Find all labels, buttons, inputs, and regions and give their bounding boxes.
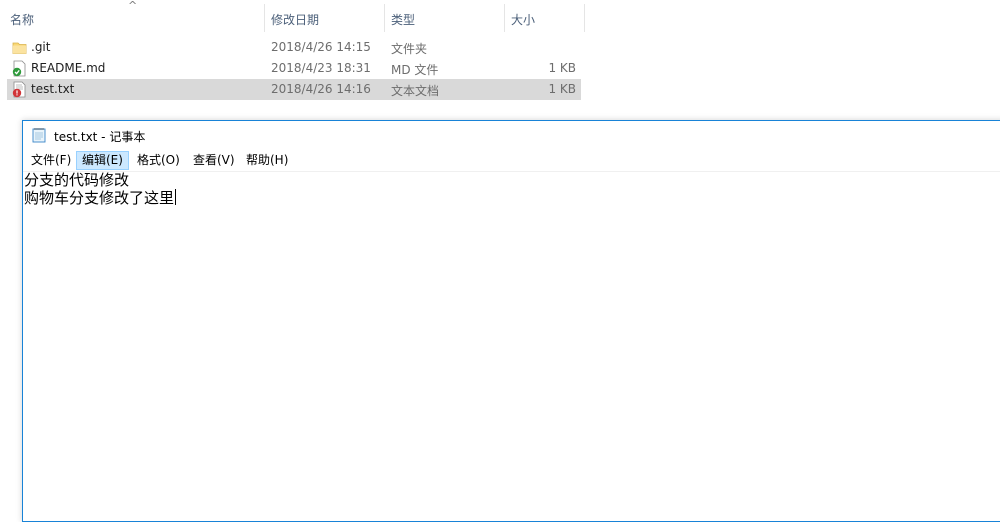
column-divider[interactable]: [584, 4, 585, 32]
column-divider[interactable]: [264, 4, 265, 32]
file-type: 文本文档: [391, 84, 440, 98]
menu-bar: 文件(F) 编辑(E) 格式(O) 查看(V) 帮助(H): [23, 151, 1000, 172]
column-divider[interactable]: [384, 4, 385, 32]
file-size: 1 KB: [548, 61, 576, 75]
window-title: test.txt - 记事本: [54, 130, 146, 144]
column-header-name[interactable]: 名称: [10, 11, 34, 28]
menu-help[interactable]: 帮助(H): [241, 152, 293, 169]
file-size: 1 KB: [548, 82, 576, 96]
column-header-row: ^ 名称 修改日期 类型 大小: [0, 0, 1000, 36]
file-date: 2018/4/23 18:31: [271, 61, 371, 75]
text-line: 购物车分支修改了这里: [24, 189, 177, 207]
menu-file[interactable]: 文件(F): [26, 152, 76, 169]
md-file-check-icon: [12, 60, 26, 77]
column-header-date[interactable]: 修改日期: [271, 11, 319, 28]
chevron-up-icon: ^: [128, 0, 138, 12]
file-name: test.txt: [31, 82, 75, 96]
notepad-icon: [32, 128, 46, 143]
file-date: 2018/4/26 14:16: [271, 82, 371, 96]
menu-view[interactable]: 查看(V): [188, 152, 240, 169]
menu-edit[interactable]: 编辑(E): [76, 151, 129, 170]
notepad-window: test.txt - 记事本 文件(F) 编辑(E) 格式(O) 查看(V) 帮…: [22, 120, 1000, 522]
folder-icon: [12, 42, 27, 54]
file-name: README.md: [31, 61, 106, 75]
text-caret: [175, 189, 177, 205]
title-bar[interactable]: test.txt - 记事本: [23, 121, 1000, 151]
file-date: 2018/4/26 14:15: [271, 40, 371, 54]
menu-format[interactable]: 格式(O): [132, 152, 185, 169]
file-type: 文件夹: [391, 42, 428, 56]
column-divider[interactable]: [504, 4, 505, 32]
txt-file-conflict-icon: [12, 81, 26, 98]
file-name: .git: [31, 40, 51, 54]
file-row-git[interactable]: .git 2018/4/26 14:15 文件夹: [7, 37, 581, 58]
text-editor-area[interactable]: 分支的代码修改 购物车分支修改了这里: [23, 172, 1000, 521]
column-header-size[interactable]: 大小: [511, 11, 535, 28]
text-line-content: 分支的代码修改: [24, 171, 130, 189]
text-line-content: 购物车分支修改了这里: [24, 189, 175, 207]
text-line: 分支的代码修改: [24, 172, 129, 189]
file-row-readme[interactable]: README.md 2018/4/23 18:31 MD 文件 1 KB: [7, 58, 581, 79]
file-explorer: ^ 名称 修改日期 类型 大小 .git 2018/4/26 14:15 文件夹…: [0, 0, 1000, 110]
file-row-test-txt[interactable]: test.txt 2018/4/26 14:16 文本文档 1 KB: [7, 79, 581, 100]
file-type: MD 文件: [391, 63, 439, 77]
column-header-type[interactable]: 类型: [391, 11, 415, 28]
